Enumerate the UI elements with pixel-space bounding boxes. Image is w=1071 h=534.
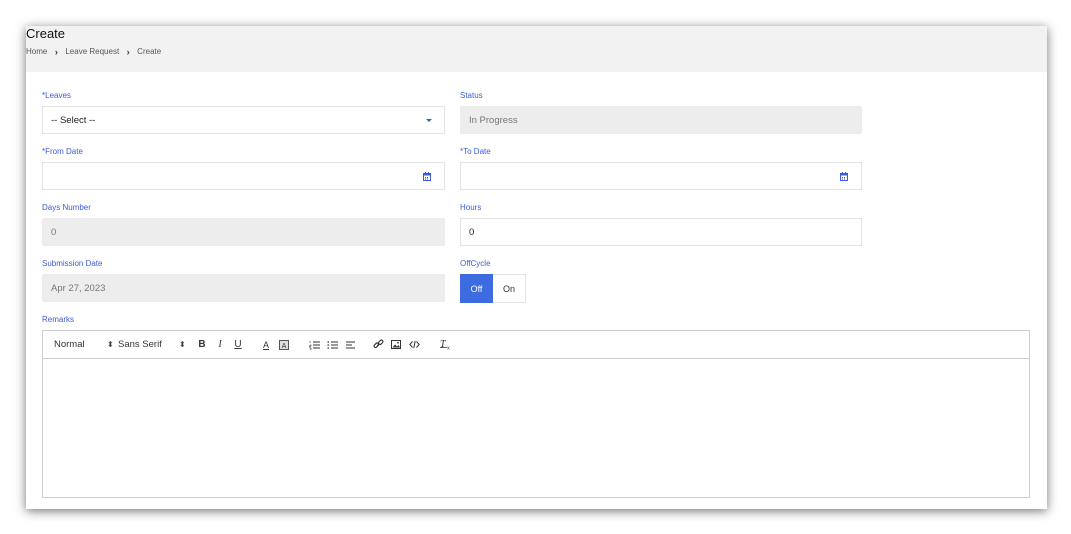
svg-text:x: x: [447, 346, 450, 351]
days-number-value: 0: [51, 226, 57, 238]
hours-value: 0: [469, 226, 475, 238]
image-icon[interactable]: [389, 338, 403, 352]
align-icon[interactable]: [343, 338, 357, 352]
page-frame: Create Home › Leave Request › Create *Le…: [26, 26, 1047, 509]
to-date-input[interactable]: [460, 162, 862, 190]
heading-picker-value: Normal: [54, 339, 85, 350]
editor-toolbar: Normal ⬍ Sans Serif ⬍ B I U A A T x: [43, 331, 1029, 359]
remarks-editor-body[interactable]: [43, 359, 1029, 497]
underline-icon[interactable]: U: [231, 338, 245, 352]
submission-date-value: Apr 27, 2023: [51, 282, 106, 294]
svg-text:A: A: [282, 343, 287, 350]
breadcrumb: Home › Leave Request › Create: [26, 47, 161, 56]
clear-format-icon[interactable]: Tx: [439, 338, 453, 352]
updown-icon: ⬍: [107, 340, 114, 349]
svg-text:T: T: [440, 339, 447, 350]
page-title: Create: [26, 26, 66, 41]
submission-date-field: Apr 27, 2023: [42, 274, 445, 302]
chevron-right-icon: ›: [126, 46, 130, 57]
chevron-right-icon: ›: [54, 46, 58, 57]
link-icon[interactable]: [371, 338, 385, 352]
offcycle-on-button[interactable]: On: [493, 274, 526, 303]
code-icon[interactable]: [407, 338, 421, 352]
hours-label: Hours: [460, 203, 482, 212]
caret-down-icon: [426, 119, 432, 122]
bold-icon[interactable]: B: [195, 338, 209, 352]
from-date-input[interactable]: [42, 162, 445, 190]
submission-date-label: Submission Date: [42, 259, 103, 268]
days-number-label: Days Number: [42, 203, 91, 212]
font-color-icon[interactable]: A: [259, 338, 273, 352]
breadcrumb-leave-request[interactable]: Leave Request: [65, 47, 119, 56]
status-label: Status: [460, 91, 483, 100]
breadcrumb-current: Create: [137, 47, 162, 56]
heading-picker[interactable]: Normal ⬍: [54, 339, 114, 350]
to-date-label: *To Date: [460, 147, 491, 156]
days-number-field: 0: [42, 218, 445, 246]
page-header: Create Home › Leave Request › Create: [26, 26, 1047, 72]
hours-input[interactable]: 0: [460, 218, 862, 246]
from-date-label: *From Date: [42, 147, 83, 156]
calendar-icon[interactable]: [840, 172, 848, 181]
font-picker[interactable]: Sans Serif ⬍: [118, 339, 186, 350]
status-field: In Progress: [460, 106, 862, 134]
leaves-select-value: -- Select --: [51, 114, 96, 126]
offcycle-toggle: Off On: [460, 274, 526, 303]
background-color-icon[interactable]: A: [277, 338, 291, 352]
bullet-list-icon[interactable]: [325, 338, 339, 352]
ordered-list-icon[interactable]: [307, 338, 321, 352]
remarks-label: Remarks: [42, 315, 75, 324]
font-picker-value: Sans Serif: [118, 339, 162, 350]
remarks-editor: Normal ⬍ Sans Serif ⬍ B I U A A T x: [42, 330, 1030, 498]
calendar-icon[interactable]: [423, 172, 431, 181]
updown-icon: ⬍: [179, 340, 186, 349]
leaves-select[interactable]: -- Select --: [42, 106, 445, 134]
leaves-label: *Leaves: [42, 91, 71, 100]
status-value: In Progress: [469, 114, 518, 126]
offcycle-off-button[interactable]: Off: [460, 274, 493, 303]
breadcrumb-home[interactable]: Home: [26, 47, 47, 56]
offcycle-label: OffCycle: [460, 259, 491, 268]
italic-icon[interactable]: I: [213, 338, 227, 352]
